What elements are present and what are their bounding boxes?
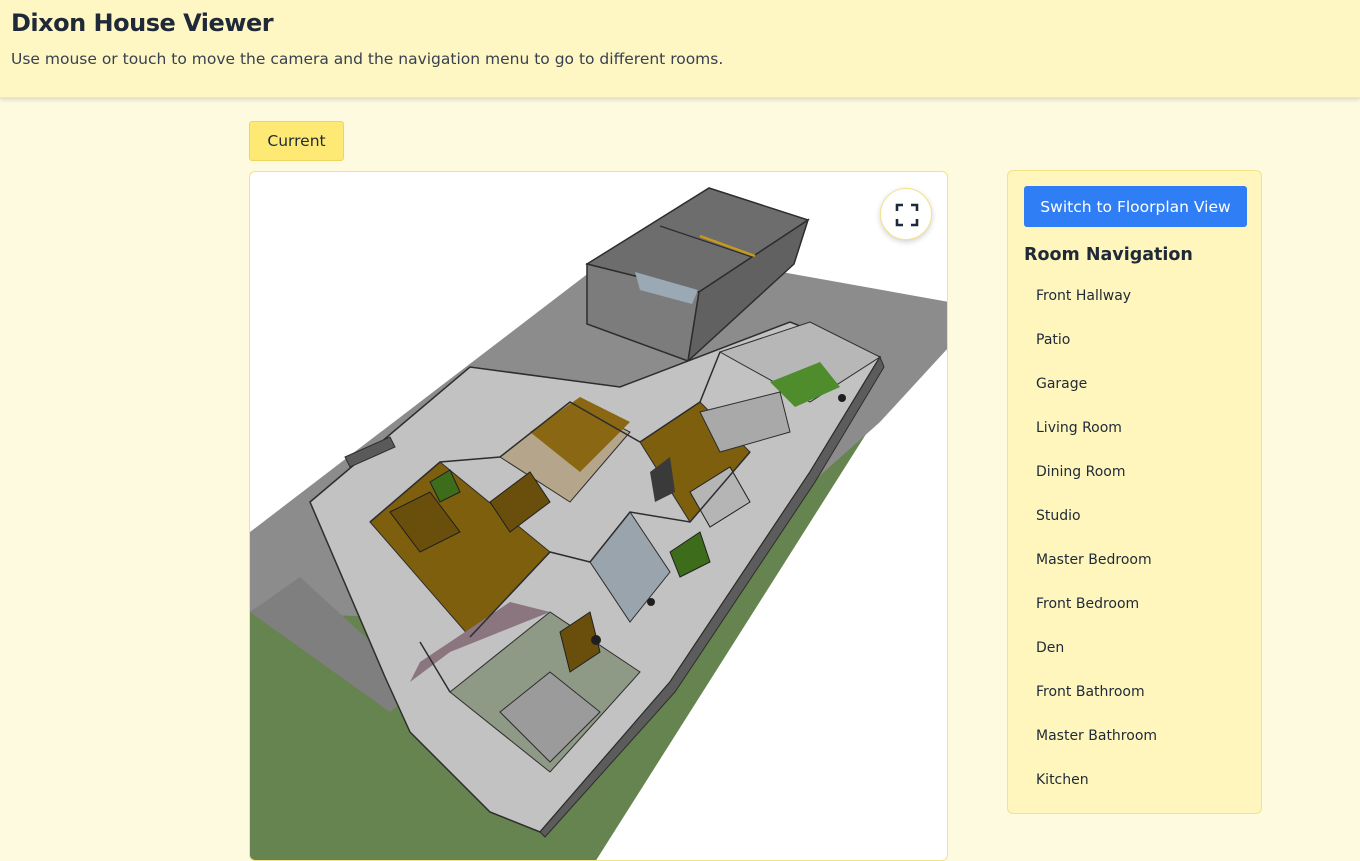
room-list: Front Hallway Patio Garage Living Room D… bbox=[1024, 274, 1247, 802]
app-header: Dixon House Viewer Use mouse or touch to… bbox=[0, 0, 1360, 98]
current-view-button[interactable]: Current bbox=[249, 121, 344, 161]
room-item-front-bathroom[interactable]: Front Bathroom bbox=[1024, 670, 1247, 714]
room-item-master-bathroom[interactable]: Master Bathroom bbox=[1024, 714, 1247, 758]
house-3d-render bbox=[250, 187, 947, 860]
switch-to-floorplan-button[interactable]: Switch to Floorplan View bbox=[1024, 186, 1247, 227]
3d-viewer-canvas[interactable] bbox=[249, 171, 948, 861]
page-title: Dixon House Viewer bbox=[11, 9, 274, 37]
navigation-panel: Switch to Floorplan View Room Navigation… bbox=[1007, 170, 1262, 814]
room-item-kitchen[interactable]: Kitchen bbox=[1024, 758, 1247, 802]
room-item-garage[interactable]: Garage bbox=[1024, 362, 1247, 406]
room-item-den[interactable]: Den bbox=[1024, 626, 1247, 670]
room-item-front-hallway[interactable]: Front Hallway bbox=[1024, 274, 1247, 318]
room-item-studio[interactable]: Studio bbox=[1024, 494, 1247, 538]
room-item-living-room[interactable]: Living Room bbox=[1024, 406, 1247, 450]
fullscreen-button[interactable] bbox=[880, 188, 932, 240]
page-instructions: Use mouse or touch to move the camera an… bbox=[11, 50, 724, 68]
room-navigation-heading: Room Navigation bbox=[1024, 245, 1193, 265]
room-item-master-bedroom[interactable]: Master Bedroom bbox=[1024, 538, 1247, 582]
fullscreen-icon bbox=[895, 203, 919, 227]
room-item-dining-room[interactable]: Dining Room bbox=[1024, 450, 1247, 494]
room-item-front-bedroom[interactable]: Front Bedroom bbox=[1024, 582, 1247, 626]
room-item-patio[interactable]: Patio bbox=[1024, 318, 1247, 362]
